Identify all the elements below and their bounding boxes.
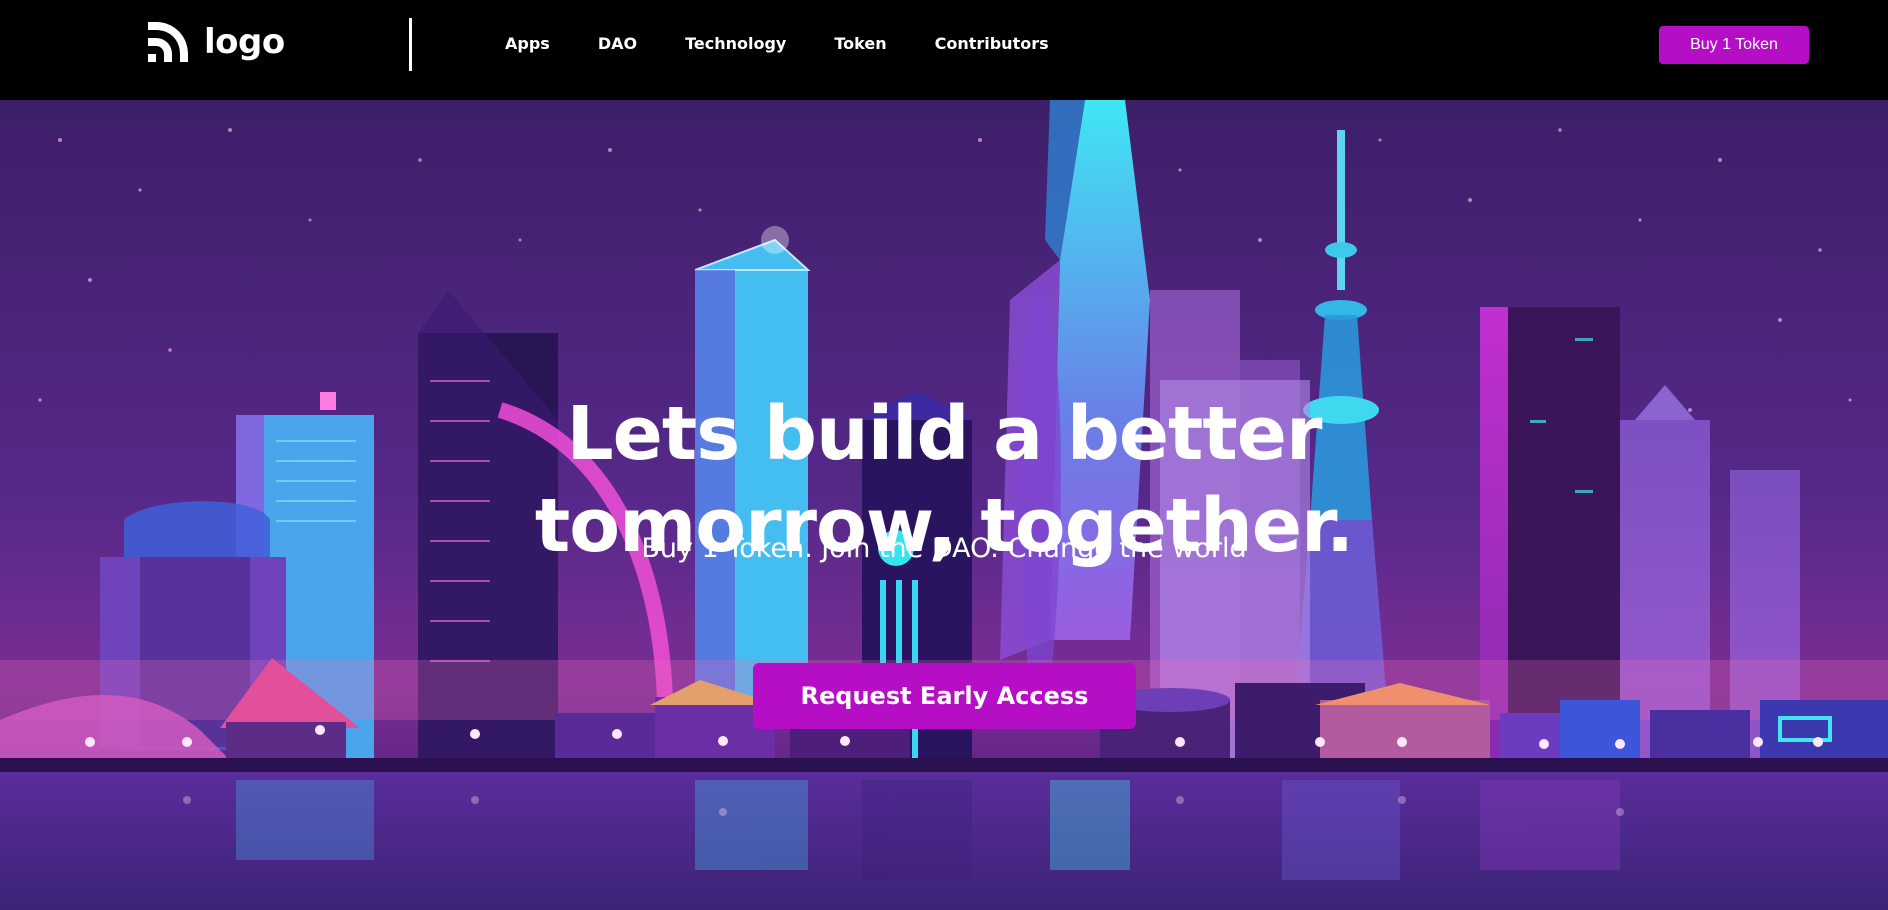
- nav-link-dao[interactable]: DAO: [598, 34, 637, 53]
- site-logo[interactable]: logo: [144, 18, 285, 66]
- nav-divider: [409, 18, 412, 71]
- nav-link-technology[interactable]: Technology: [685, 34, 786, 53]
- hero-section: Lets build a better tomorrow, together. …: [0, 100, 1888, 910]
- nav-link-apps[interactable]: Apps: [505, 34, 550, 53]
- hero-title-line-1: Lets build a better: [566, 390, 1323, 477]
- main-nav: Apps DAO Technology Token Contributors: [505, 34, 1097, 53]
- top-navigation-bar: logo Apps DAO Technology Token Contribut…: [0, 0, 1888, 100]
- logo-text: logo: [204, 22, 285, 62]
- logo-icon: [148, 22, 188, 62]
- buy-token-button[interactable]: Buy 1 Token: [1659, 26, 1809, 64]
- nav-link-contributors[interactable]: Contributors: [935, 34, 1049, 53]
- request-early-access-button[interactable]: Request Early Access: [753, 663, 1136, 729]
- hero-subtitle: Buy 1 Token. Join the DAO. Change the wo…: [641, 533, 1247, 564]
- nav-link-token[interactable]: Token: [834, 34, 886, 53]
